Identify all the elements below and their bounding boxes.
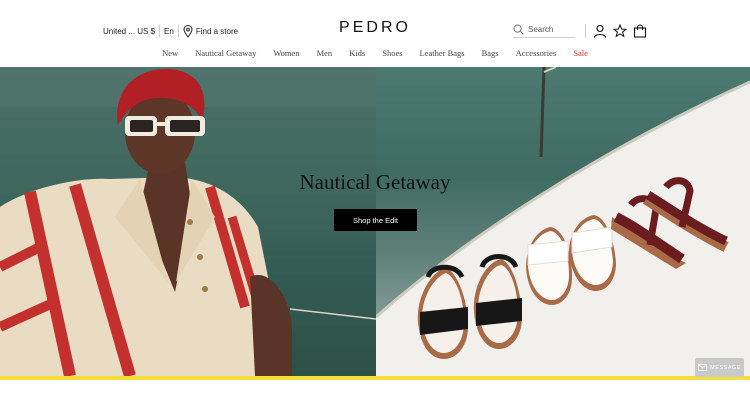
hero-image-model [0,67,377,376]
hero-banner[interactable]: Nautical Getaway Shop the Edit [0,67,750,376]
nav-item-accessories[interactable]: Accessories [516,48,557,58]
hero-title: Nautical Getaway [299,170,451,194]
nav-item-bags[interactable]: Bags [482,48,499,58]
site-header: United ... US $ En Find a store PEDRO Se… [0,0,750,67]
nav-item-men[interactable]: Men [317,48,333,58]
model-illustration [0,67,377,376]
sandals-illustration [376,67,750,376]
shop-the-edit-button[interactable]: Shop the Edit [334,209,417,231]
chat-message-label: MESSAGE [710,364,741,371]
chat-message-button[interactable]: MESSAGE [695,358,744,377]
nav-item-leather-bags[interactable]: Leather Bags [420,48,465,58]
wishlist-star-icon[interactable] [613,24,627,38]
nav-item-women[interactable]: Women [273,48,299,58]
search-placeholder: Search [528,25,554,34]
nav-item-new[interactable]: New [162,48,178,58]
search-icon [513,24,524,35]
nav-item-sale[interactable]: Sale [573,48,588,58]
utility-bar-right: Search [513,21,650,41]
promo-bar [0,376,750,380]
divider [585,24,586,38]
envelope-icon [698,364,708,371]
search-box[interactable]: Search [513,24,575,38]
shopping-bag-icon[interactable] [633,24,647,38]
nav-item-nautical-getaway[interactable]: Nautical Getaway [195,48,256,58]
nav-item-kids[interactable]: Kids [349,48,365,58]
nav-item-shoes[interactable]: Shoes [382,48,402,58]
main-navigation: New Nautical Getaway Women Men Kids Shoe… [0,48,750,58]
account-icon[interactable] [593,24,607,38]
